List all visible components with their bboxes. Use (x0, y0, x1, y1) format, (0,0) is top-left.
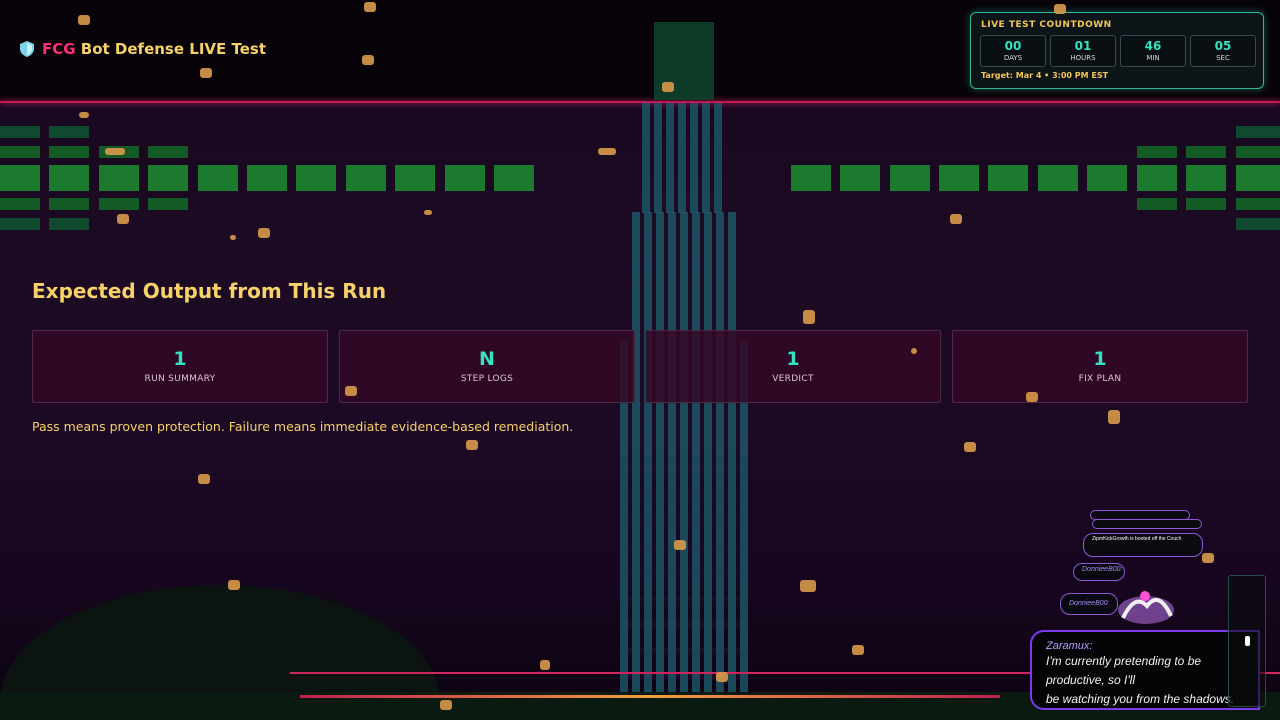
countdown-minutes: 46 MIN (1120, 35, 1186, 67)
brand-prefix: FCG (42, 40, 76, 58)
output-card-step-logs: N STEP LOGS (339, 330, 635, 403)
card-value: 1 (786, 348, 800, 370)
brand-title: Bot Defense LIVE Test (75, 40, 266, 58)
shield-icon (20, 41, 34, 57)
chat-username: DonnieeB00: (1069, 600, 1110, 607)
countdown-value: 46 (1144, 39, 1162, 53)
bottom-neon-strip (300, 695, 1000, 698)
countdown-title: LIVE TEST COUNTDOWN (981, 20, 1112, 30)
countdown-label: DAYS (1003, 54, 1023, 62)
output-card-verdict: 1 VERDICT (645, 330, 941, 403)
countdown-label: SEC (1216, 54, 1230, 62)
page-heading: Expected Output from This Run (32, 279, 387, 303)
card-label: FIX PLAN (1078, 374, 1122, 384)
chat-text: be watching you from the shadows. (1046, 692, 1235, 706)
scroll-widget[interactable] (1228, 575, 1266, 707)
chat-text: I'm currently pretending to be productiv… (1046, 654, 1202, 687)
top-divider (0, 101, 1280, 103)
chat-text: ZipmKickGrowth is booted off the Couch (1092, 536, 1182, 542)
countdown-label: HOURS (1070, 54, 1096, 62)
card-label: STEP LOGS (460, 374, 514, 384)
countdown-seconds: 05 SEC (1190, 35, 1256, 67)
chat-message: DonnieeB00: (1073, 563, 1125, 581)
background-tower (642, 103, 726, 213)
card-label: RUN SUMMARY (144, 374, 216, 384)
card-value: 1 (1093, 348, 1107, 370)
scroll-thumb[interactable] (1245, 636, 1250, 646)
countdown-label: MIN (1146, 54, 1160, 62)
brand: FCG Bot Defense LIVE Test (20, 40, 266, 58)
countdown-widget: LIVE TEST COUNTDOWN 00 DAYS 01 HOURS 46 … (970, 12, 1264, 89)
output-card-fix-plan: 1 FIX PLAN (952, 330, 1248, 403)
countdown-value: 00 (1004, 39, 1022, 53)
chat-message: ZipmKickGrowth is booted off the Couch (1083, 533, 1203, 557)
countdown-hours: 01 HOURS (1050, 35, 1116, 67)
output-card-run-summary: 1 RUN SUMMARY (32, 330, 328, 403)
countdown-target: Target: Mar 4 • 3:00 PM EST (981, 71, 1109, 80)
countdown-value: 01 (1074, 39, 1092, 53)
countdown-value: 05 (1214, 39, 1232, 53)
background-tower (632, 212, 736, 342)
chat-featured-message: Zaramux: I'm currently pretending to be … (1030, 630, 1260, 710)
tagline: Pass means proven protection. Failure me… (32, 419, 574, 434)
chat-message: DonnieeB00: (1060, 593, 1118, 615)
chat-username: DonnieeB00: (1082, 566, 1123, 573)
card-label: VERDICT (772, 374, 814, 384)
chat-username: Zaramux: (1046, 640, 1093, 652)
chat-message (1092, 519, 1202, 529)
card-value: 1 (173, 348, 187, 370)
mascot-icon (1118, 591, 1174, 624)
card-value: N (479, 348, 495, 370)
countdown-days: 00 DAYS (980, 35, 1046, 67)
